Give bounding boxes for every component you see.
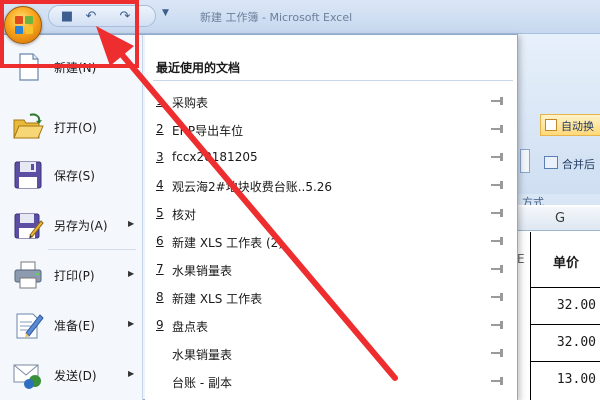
merge-center-button[interactable]: 合并后	[544, 156, 595, 172]
pin-icon[interactable]	[491, 180, 505, 190]
recent-divider	[153, 80, 513, 81]
wrap-text-button[interactable]: 自动换	[540, 114, 600, 136]
recent-doc-number: 9	[156, 318, 164, 332]
save-as-icon	[14, 213, 44, 239]
prepare-icon	[16, 313, 44, 339]
menu-item-label: 打印(P)	[54, 269, 95, 283]
menu-item-open[interactable]: 打开(O)	[4, 105, 140, 151]
recent-doc-number: 1	[156, 94, 164, 108]
recent-doc-item[interactable]: 6 新建 XLS 工作表 (2)	[145, 228, 517, 256]
cell-value: 32.00	[556, 335, 596, 350]
side-char: E	[517, 252, 525, 266]
recent-documents-title: 最近使用的文档	[156, 61, 241, 75]
recent-doc-item[interactable]: 1 采购表	[145, 88, 517, 116]
pin-icon[interactable]	[491, 264, 505, 274]
recent-doc-number: 2	[156, 122, 164, 136]
header-cell-text: 单价	[553, 256, 580, 271]
printer-icon	[14, 261, 42, 289]
recent-doc-name: 新建 XLS 工作表 (2)	[172, 236, 283, 250]
table-cell[interactable]: 32.00	[530, 325, 600, 362]
wrap-text-icon	[545, 119, 557, 131]
annotation-highlight-box	[0, 0, 139, 68]
recent-doc-name: 采购表	[172, 96, 209, 110]
pin-icon[interactable]	[491, 348, 505, 358]
recent-doc-item[interactable]: 2 ERP导出车位	[145, 116, 517, 144]
recent-doc-number: 8	[156, 290, 164, 304]
pin-icon[interactable]	[491, 236, 505, 246]
submenu-arrow-icon: ▶	[128, 269, 135, 278]
table-cell[interactable]: 32.00	[530, 288, 600, 325]
recent-documents-panel: 最近使用的文档 1 采购表 2 ERP导出车位 3 fccx20181205 4…	[145, 35, 517, 400]
cell-value: 13.00	[556, 372, 596, 387]
customize-icon[interactable]: ▼	[162, 8, 169, 18]
header-cell[interactable]: 单价	[530, 232, 600, 288]
recent-doc-item[interactable]: 7 水果销量表	[145, 256, 517, 284]
recent-doc-name: 台账 - 副本	[172, 376, 232, 390]
recent-doc-item[interactable]: 9 盘点表	[145, 312, 517, 340]
open-folder-icon	[13, 113, 44, 139]
pin-icon[interactable]	[491, 208, 505, 218]
cell-value: 32.00	[556, 298, 596, 313]
recent-doc-name: 核对	[172, 208, 197, 222]
menu-item-send[interactable]: 发送(D) ▶	[4, 353, 140, 399]
recent-doc-name: 水果销量表	[172, 348, 233, 362]
pin-icon[interactable]	[491, 96, 505, 106]
merge-label: 合并后	[562, 158, 595, 171]
recent-doc-name: 新建 XLS 工作表	[172, 292, 263, 306]
menu-item-label: 发送(D)	[54, 369, 97, 383]
pin-icon[interactable]	[491, 376, 505, 386]
office-menu: 新建(N) 打开(O) 保存(S) 另存为(A) ▶ 打印(P) ▶ 准备(E)…	[0, 34, 518, 400]
submenu-arrow-icon: ▶	[128, 219, 135, 228]
recent-doc-name: 水果销量表	[172, 264, 233, 278]
recent-doc-number: 6	[156, 234, 164, 248]
send-icon	[13, 364, 41, 389]
menu-item-save[interactable]: 保存(S)	[4, 153, 140, 199]
pin-icon[interactable]	[491, 320, 505, 330]
menu-item-label: 另存为(A)	[54, 219, 108, 233]
pin-icon[interactable]	[491, 152, 505, 162]
recent-doc-item[interactable]: 台账 - 副本	[145, 368, 517, 396]
table-cell[interactable]: 13.00	[530, 362, 600, 400]
recent-doc-item[interactable]: 水果销量表	[145, 340, 517, 368]
recent-doc-number: 7	[156, 262, 164, 276]
wrap-text-label: 自动换	[561, 120, 594, 133]
recent-doc-item[interactable]: 3 fccx20181205	[145, 144, 517, 172]
menu-item-label: 打开(O)	[54, 121, 97, 135]
menu-command-list: 新建(N) 打开(O) 保存(S) 另存为(A) ▶ 打印(P) ▶ 准备(E)…	[0, 35, 143, 400]
submenu-arrow-icon: ▶	[128, 369, 135, 378]
recent-doc-number: 3	[156, 150, 164, 164]
submenu-arrow-icon: ▶	[128, 319, 135, 328]
recent-doc-number: 4	[156, 178, 164, 192]
menu-item-label: 保存(S)	[54, 169, 95, 183]
align-icon[interactable]	[520, 149, 530, 173]
recent-doc-number: 5	[156, 206, 164, 220]
menu-item-label: 准备(E)	[54, 319, 95, 333]
pin-icon[interactable]	[491, 292, 505, 302]
save-disk-icon	[14, 161, 42, 189]
recent-doc-item[interactable]: 5 核对	[145, 200, 517, 228]
window-title: 新建 工作簿 - Microsoft Excel	[200, 11, 353, 24]
recent-doc-name: ERP导出车位	[172, 124, 244, 138]
column-header-g[interactable]: G	[515, 207, 600, 231]
menu-item-save-as[interactable]: 另存为(A) ▶	[4, 203, 140, 249]
recent-doc-item[interactable]: 4 观云海2#地块收费台账..5.26	[145, 172, 517, 200]
menu-divider	[48, 249, 136, 250]
recent-doc-name: 观云海2#地块收费台账..5.26	[172, 180, 333, 194]
recent-doc-name: fccx20181205	[172, 150, 258, 164]
pin-icon[interactable]	[491, 124, 505, 134]
recent-doc-name: 盘点表	[172, 320, 209, 334]
column-letter: G	[555, 211, 566, 226]
merge-icon	[544, 156, 558, 169]
recent-doc-item[interactable]: 8 新建 XLS 工作表	[145, 284, 517, 312]
menu-item-print[interactable]: 打印(P) ▶	[4, 253, 140, 299]
menu-item-prepare[interactable]: 准备(E) ▶	[4, 303, 140, 349]
